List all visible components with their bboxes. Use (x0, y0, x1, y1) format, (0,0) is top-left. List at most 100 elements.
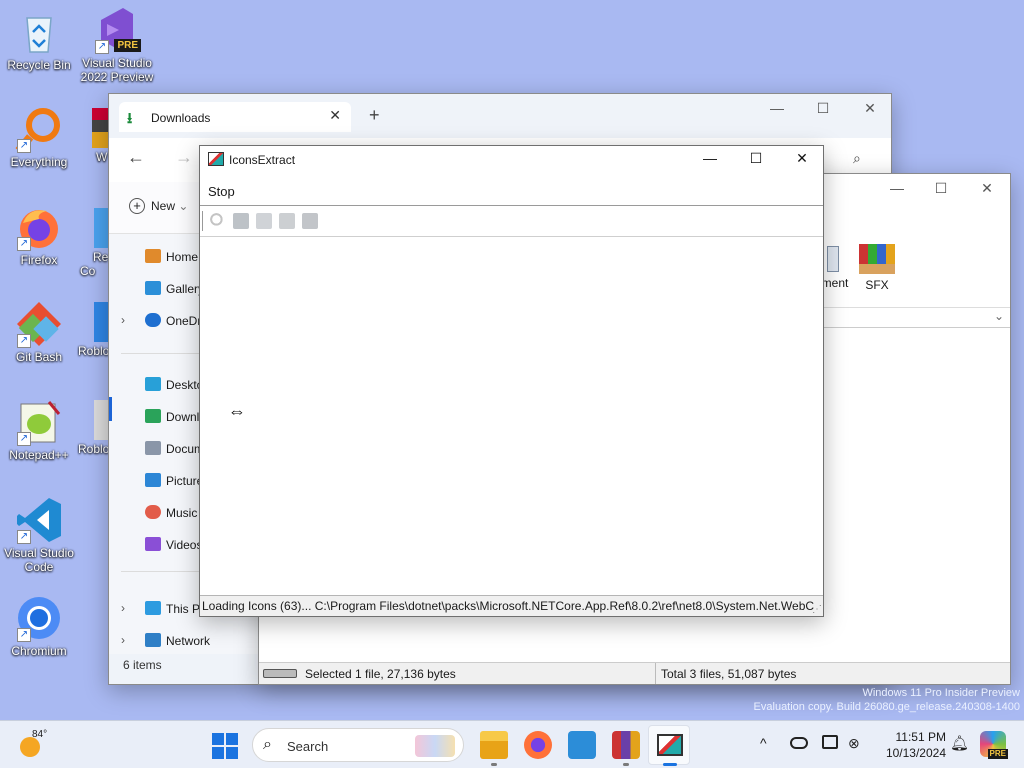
maximize-button[interactable]: ☐ (742, 146, 770, 170)
onedrive-icon[interactable] (790, 737, 808, 749)
sidebar-label: Picture (166, 474, 204, 488)
sidebar-item-documents[interactable]: Docum (145, 441, 204, 461)
minimize-button[interactable]: — (696, 146, 724, 170)
desktop-icon-partial-3[interactable]: Roblo (78, 302, 110, 358)
sidebar-item-downloads[interactable]: Downl (145, 409, 199, 429)
chevron-down-icon[interactable]: ⌄ (994, 309, 1004, 323)
desktop-icon-git-bash[interactable]: ↗ Git Bash (1, 300, 77, 364)
title-bar[interactable]: IconsExtract — ☐ ✕ (200, 146, 823, 172)
sidebar-item-network[interactable]: Network (145, 633, 210, 653)
desktop-icon-chromium[interactable]: ↗ Chromium (1, 594, 77, 658)
back-arrow-icon[interactable]: ← (127, 147, 145, 168)
active-indicator (663, 763, 677, 766)
vscode-icon: ↗ (15, 496, 63, 544)
desktop-icon-partial-1[interactable]: W (80, 108, 112, 164)
forward-arrow-icon[interactable]: → (175, 147, 193, 168)
clock[interactable]: 11:51 PM 10/13/2024 (872, 729, 946, 761)
save-icon[interactable] (233, 213, 249, 229)
weather-widget[interactable]: 84° (18, 729, 52, 761)
sidebar-label: Music (166, 506, 198, 520)
tab-downloads[interactable]: ⭳ Downloads ✕ (119, 102, 351, 132)
start-button[interactable] (212, 733, 238, 759)
desktop-icon-vscode[interactable]: ↗ Visual Studio Code (1, 496, 77, 574)
display-icon[interactable] (822, 735, 838, 749)
comment-icon (827, 246, 839, 272)
desktop-icon-visual-studio[interactable]: ↗ PRE Visual Studio 2022 Preview (79, 6, 155, 84)
sidebar-item-videos[interactable]: Videos (145, 537, 202, 557)
sidebar-item-pictures[interactable]: Picture (145, 473, 203, 493)
iconsextract-taskbar-icon (657, 734, 683, 756)
shortcut-arrow-icon: ↗ (95, 40, 109, 54)
visual-studio-icon: ↗ PRE (93, 6, 141, 54)
search-icon: ⌕ (263, 736, 272, 753)
desktop-icon-partial-2[interactable]: Re Co (80, 208, 110, 278)
search-icon[interactable] (210, 213, 226, 229)
close-button[interactable]: ✕ (973, 176, 1001, 200)
notepadpp-label: Notepad++ (9, 448, 69, 462)
file-explorer-taskbar-icon[interactable] (480, 731, 508, 759)
maximize-button[interactable]: ☐ (809, 96, 837, 120)
search-icon[interactable]: ⌕ (853, 150, 861, 167)
sfx-archive-icon (859, 244, 895, 274)
visual-studio-label: Visual Studio 2022 Preview (80, 56, 154, 84)
sidebar-item-gallery[interactable]: Gallery (145, 281, 204, 301)
desktop-icon-everything[interactable]: ↗ Everything (1, 105, 77, 169)
chevron-right-icon[interactable]: › (121, 633, 125, 647)
chevron-right-icon[interactable]: › (121, 601, 125, 615)
status-selected: Selected 1 file, 27,136 bytes (305, 667, 456, 681)
copy-icon[interactable] (256, 213, 272, 229)
toolbar-item-sfx[interactable]: SFX (857, 244, 897, 292)
chevron-right-icon[interactable]: › (121, 313, 125, 327)
window-title: IconsExtract (229, 153, 296, 167)
new-button[interactable]: + New ⌄ (129, 198, 188, 214)
search-highlight-icon (415, 735, 455, 757)
status-bar: Loading Icons (63)... C:\Program Files\d… (200, 595, 823, 616)
computer-icon (145, 601, 161, 615)
desktop-icon-partial-4[interactable]: Roblo (78, 400, 110, 456)
gallery-icon (145, 281, 161, 295)
minimize-button[interactable]: — (763, 96, 791, 120)
winrar-taskbar-icon[interactable] (612, 731, 640, 759)
download-icon: ⭳ (127, 110, 133, 127)
sidebar-label: Downl (166, 410, 200, 424)
new-tab-button[interactable]: + (369, 105, 380, 126)
toolbar-label: SFX (865, 278, 889, 292)
notification-bell-icon[interactable]: 🔔︎ (950, 734, 969, 752)
sidebar-label: Network (166, 634, 211, 648)
close-button[interactable]: ✕ (856, 96, 884, 120)
sidebar-item-desktop[interactable]: Deskto (145, 377, 203, 397)
shortcut-arrow-icon: ↗ (17, 334, 31, 348)
sidebar-item-home[interactable]: Home (145, 249, 198, 269)
preview-badge: PRE (987, 749, 1008, 759)
network-icon (145, 633, 161, 647)
firefox-taskbar-icon[interactable] (524, 731, 552, 759)
close-button[interactable]: ✕ (788, 146, 816, 170)
show-hidden-icons-chevron-icon[interactable]: ^ (760, 735, 767, 751)
desktop-icon-firefox[interactable]: ↗ Firefox (1, 203, 77, 267)
sidebar-item-onedrive[interactable]: OneDr (145, 313, 201, 333)
minimize-button[interactable]: — (883, 176, 911, 200)
search-label: Search (287, 739, 329, 754)
desktop-icon-recycle-bin[interactable]: Recycle Bin (1, 8, 77, 72)
network-disconnected-icon[interactable]: ⊗ (848, 735, 860, 752)
maximize-button[interactable]: ☐ (927, 176, 955, 200)
sidebar-item-music[interactable]: Music (145, 505, 197, 525)
plus-icon: + (129, 198, 145, 214)
resize-grip-icon[interactable]: ⋰ (812, 604, 822, 615)
properties-icon[interactable] (279, 213, 295, 229)
iconsextract-taskbar-button[interactable] (648, 725, 690, 766)
copilot-button[interactable]: PRE (980, 731, 1008, 759)
plugin-icon[interactable] (302, 213, 318, 229)
desktop-icon (145, 377, 161, 391)
taskbar-search[interactable]: ⌕ Search (252, 728, 464, 762)
sidebar-item-this-pc[interactable]: This P (145, 601, 200, 621)
menu-stop[interactable]: Stop (208, 184, 235, 199)
icons-list[interactable] (200, 238, 823, 592)
desktop-icon-notepadpp[interactable]: ↗ Notepad++ (1, 398, 77, 462)
resize-cursor-icon: ⇔ (228, 401, 246, 421)
close-tab-icon[interactable]: ✕ (329, 107, 341, 124)
firefox-icon: ↗ (15, 203, 63, 251)
iconsextract-window[interactable]: IconsExtract — ☐ ✕ Stop Loading Icons (6… (199, 145, 824, 617)
videos-icon (145, 537, 161, 551)
app-taskbar-icon[interactable] (568, 731, 596, 759)
